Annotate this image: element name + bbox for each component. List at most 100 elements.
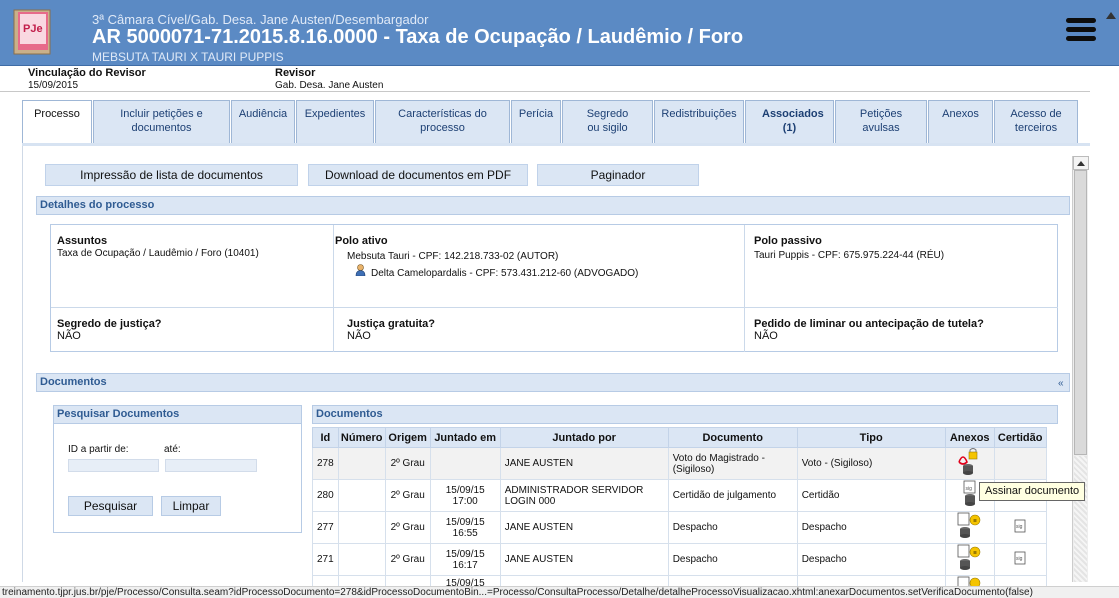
revisor-label: Revisor <box>275 67 316 79</box>
search-panel-header: Pesquisar Documentos <box>53 405 302 424</box>
row-documento-link[interactable]: Despacho <box>667 543 798 576</box>
details-panel-header: Detalhes do processo <box>36 196 1070 215</box>
polo-passivo-party: Tauri Puppis - CPF: 675.975.224-44 (RÉU) <box>754 250 945 261</box>
clear-button[interactable]: Limpar <box>161 496 221 516</box>
search-button[interactable]: Pesquisar <box>68 496 153 516</box>
certificate-icon[interactable]: sig <box>1013 551 1027 565</box>
scroll-up-button[interactable] <box>1073 156 1089 170</box>
id-from-label: ID a partir de: <box>68 444 129 455</box>
table-row[interactable]: 280 2º Grau 15/09/15 17:00 ADMINISTRADOR… <box>312 479 1047 512</box>
tab-incluir-peticoes[interactable]: Incluir petições e documentos <box>93 100 230 144</box>
vinculacao-label: Vinculação do Revisor <box>28 67 146 79</box>
row-documento-link[interactable]: Voto do Magistrado - (Sigiloso) <box>667 447 798 480</box>
id-to-input[interactable] <box>165 459 257 472</box>
table-row[interactable]: 271 2º Grau 15/09/15 16:17 JANE AUSTEN D… <box>312 543 1047 576</box>
row-anexos <box>944 447 995 480</box>
assuntos-label: Assuntos <box>57 235 108 247</box>
column-header-documento[interactable]: Documento <box>667 427 798 448</box>
vinculacao-value: 15/09/2015 <box>28 80 79 91</box>
row-numero <box>337 511 386 544</box>
liminar-label: Pedido de liminar ou antecipação de tute… <box>754 318 984 330</box>
row-juntado-por: JANE AUSTEN <box>499 447 669 480</box>
column-header-juntado-por[interactable]: Juntado por <box>499 427 669 448</box>
hamburger-menu-icon[interactable] <box>1066 18 1098 44</box>
justica-gratuita-value: NÃO <box>347 330 371 342</box>
row-anexos <box>944 511 995 544</box>
row-documento-link[interactable]: Despacho <box>667 511 798 544</box>
collapse-documents-icon[interactable]: « <box>1058 378 1064 389</box>
column-header-id[interactable]: Id <box>312 427 339 448</box>
row-origem: 2º Grau <box>384 511 431 544</box>
tab-segredo[interactable]: Segredo ou sigilo <box>562 100 653 144</box>
id-to-label: até: <box>164 444 181 455</box>
liminar-value: NÃO <box>754 330 778 342</box>
row-certidao <box>993 447 1047 480</box>
app-header: PJe 3ª Câmara Cível/Gab. Desa. Jane Aust… <box>0 0 1119 66</box>
document-lock-icon[interactable] <box>955 544 985 572</box>
row-numero <box>337 543 386 576</box>
tab-audiencia[interactable]: Audiência <box>231 100 295 144</box>
table-row[interactable]: 277 2º Grau 15/09/15 16:55 JANE AUSTEN D… <box>312 511 1047 544</box>
column-header-anexos[interactable]: Anexos <box>944 427 995 448</box>
tab-processo[interactable]: Processo <box>22 100 92 144</box>
table-row[interactable]: 278 2º Grau JANE AUSTEN Voto do Magistra… <box>312 447 1047 480</box>
sign-document-icon[interactable] <box>955 448 985 476</box>
column-header-juntado-em[interactable]: Juntado em <box>429 427 501 448</box>
svg-text:PJe: PJe <box>23 23 43 35</box>
row-juntado-por: JANE AUSTEN <box>499 543 669 576</box>
paginator-button[interactable]: Paginador <box>537 164 699 186</box>
tab-acesso-terceiros[interactable]: Acesso de terceiros <box>994 100 1078 144</box>
vertical-scrollbar[interactable] <box>1072 156 1089 582</box>
column-header-origem[interactable]: Origem <box>384 427 431 448</box>
row-certidao: sig <box>993 511 1047 544</box>
tab-caracteristicas[interactable]: Características do processo <box>375 100 510 144</box>
row-id: 280 <box>312 479 339 512</box>
row-juntado-em: 15/09/15 16:17 <box>429 543 501 576</box>
scroll-thumb[interactable] <box>1074 170 1087 455</box>
tab-redistribuicoes[interactable]: Redistribuições <box>654 100 744 144</box>
row-anexos <box>944 543 995 576</box>
scroll-up-arrow-icon[interactable] <box>1106 12 1116 19</box>
row-origem: 2º Grau <box>384 447 431 480</box>
assuntos-value: Taxa de Ocupação / Laudêmio / Foro (1040… <box>57 248 259 259</box>
row-juntado-em: 15/09/15 17:00 <box>429 479 501 512</box>
row-id: 277 <box>312 511 339 544</box>
row-tipo: Voto - (Sigiloso) <box>796 447 946 480</box>
documents-table: Id Número Origem Juntado em Juntado por … <box>312 427 1047 598</box>
pje-logo-icon[interactable]: PJe <box>12 8 54 56</box>
tab-bar: Processo Incluir petições e documentos A… <box>22 100 1079 144</box>
row-id: 278 <box>312 447 339 480</box>
case-parties: MEBSUTA TAURI X TAURI PUPPIS <box>92 50 284 64</box>
document-db-icon[interactable]: sig <box>960 480 980 508</box>
lawyer-person-icon <box>355 264 366 276</box>
details-panel <box>50 224 1058 352</box>
row-juntado-em <box>429 447 501 480</box>
print-document-list-button[interactable]: Impressão de lista de documentos <box>45 164 298 186</box>
row-juntado-em: 15/09/15 16:55 <box>429 511 501 544</box>
svg-text:sig: sig <box>965 486 972 492</box>
tab-anexos[interactable]: Anexos <box>928 100 993 144</box>
column-header-numero[interactable]: Número <box>337 427 386 448</box>
polo-ativo-label: Polo ativo <box>335 235 388 247</box>
polo-passivo-label: Polo passivo <box>754 235 822 247</box>
status-bar-url: treinamento.tjpr.jus.br/pje/Processo/Con… <box>0 586 1119 598</box>
sign-document-tooltip: Assinar documento <box>979 482 1086 501</box>
tab-pericia[interactable]: Perícia <box>511 100 561 144</box>
documents-section-header[interactable]: Documentos <box>36 373 1070 392</box>
tab-associados[interactable]: Associados (1) <box>745 100 834 144</box>
scroll-track[interactable] <box>1074 456 1087 582</box>
column-header-tipo[interactable]: Tipo <box>796 427 946 448</box>
segredo-label: Segredo de justiça? <box>57 318 162 330</box>
document-lock-icon[interactable] <box>955 512 985 540</box>
certificate-icon[interactable]: sig <box>1013 519 1027 533</box>
tab-peticoes-avulsas[interactable]: Petições avulsas <box>835 100 927 144</box>
tab-expedientes[interactable]: Expedientes <box>296 100 374 144</box>
download-pdf-button[interactable]: Download de documentos em PDF <box>308 164 528 186</box>
row-juntado-por: ADMINISTRADOR SERVIDOR LOGIN 000 <box>499 479 669 512</box>
polo-ativo-lawyer: Delta Camelopardalis - CPF: 573.431.212-… <box>371 268 639 279</box>
id-from-input[interactable] <box>68 459 159 472</box>
row-numero <box>337 479 386 512</box>
segredo-value: NÃO <box>57 330 81 342</box>
row-documento-link[interactable]: Certidão de julgamento <box>667 479 798 512</box>
column-header-certidao[interactable]: Certidão <box>993 427 1047 448</box>
